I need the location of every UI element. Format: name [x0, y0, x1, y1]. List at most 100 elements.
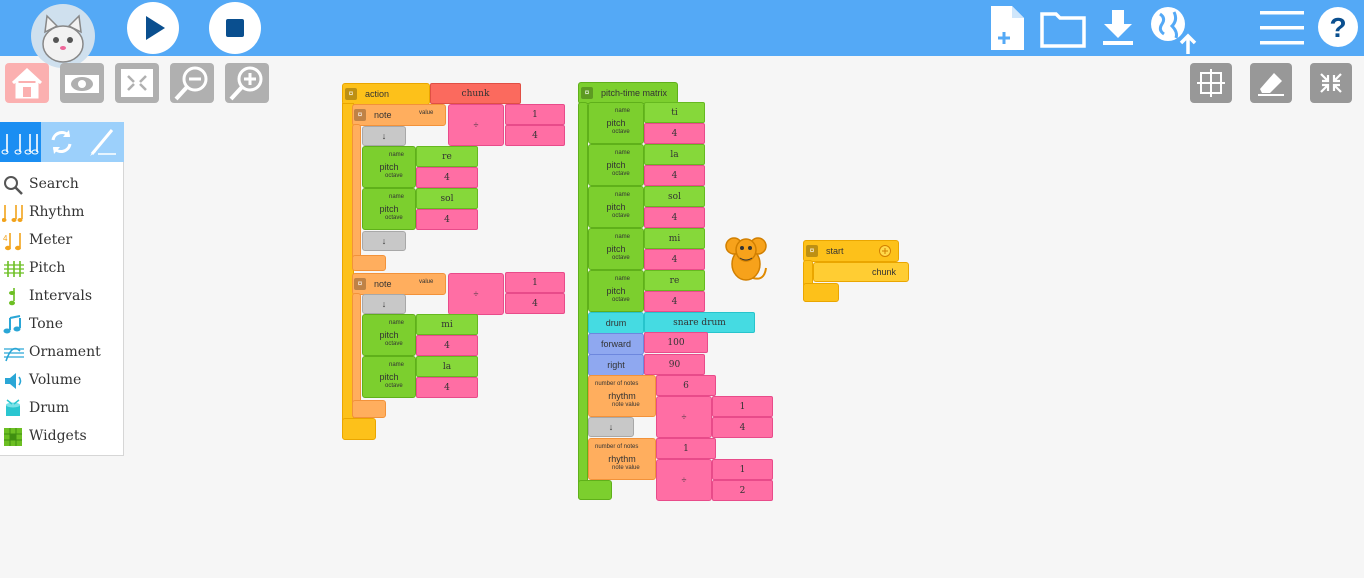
octave-field[interactable]: 4	[644, 165, 705, 186]
denominator-field[interactable]: 2	[712, 480, 773, 501]
planet-icon[interactable]	[1148, 4, 1200, 56]
drum-name-field[interactable]: snare drum	[644, 312, 755, 333]
palette-item-drum[interactable]: Drum	[0, 396, 122, 422]
zoom-in-button[interactable]	[225, 63, 269, 103]
ornament-icon	[4, 347, 24, 362]
number-of-notes-field[interactable]: 1	[656, 438, 716, 459]
svg-text:?: ?	[1329, 12, 1346, 43]
forward-value-field[interactable]: 100	[644, 332, 708, 353]
collapse-toggle[interactable]: ¤	[354, 278, 366, 290]
pitch-name-field[interactable]: la	[416, 356, 478, 377]
drum-label: drum	[605, 318, 627, 328]
play-button[interactable]	[127, 2, 179, 54]
palette-label-rhythm: Rhythm	[29, 204, 85, 220]
open-folder-icon[interactable]	[1040, 10, 1086, 48]
menu-icon[interactable]	[1258, 8, 1306, 48]
pitch-name-field[interactable]: re	[644, 270, 705, 291]
collapse-toggle[interactable]: ¤	[345, 88, 357, 100]
collapse-toggle[interactable]: ¤	[806, 245, 818, 257]
numerator-field[interactable]: 1	[712, 396, 773, 417]
octave-field[interactable]: 4	[644, 123, 705, 144]
denominator-field[interactable]: 4	[712, 417, 773, 438]
pitch-name-field[interactable]: mi	[644, 228, 705, 249]
palette-item-widgets[interactable]: Widgets	[0, 424, 122, 450]
matrix-foot	[578, 480, 612, 500]
widgets-icon	[4, 428, 22, 446]
collapse-toggle[interactable]: ¤	[581, 87, 593, 99]
meter-icon: 4	[3, 233, 21, 251]
octave-field[interactable]: 4	[416, 167, 478, 188]
octave-label: octave	[612, 255, 630, 261]
collapse-blocks-button[interactable]	[115, 63, 159, 103]
divide-block[interactable]: ÷	[448, 104, 504, 146]
mouse-turtle-icon[interactable]	[720, 228, 772, 286]
down-block[interactable]: ↓	[362, 294, 406, 314]
palette-item-volume[interactable]: Volume	[0, 368, 122, 394]
palette-item-meter[interactable]: 4 Meter	[0, 228, 122, 254]
palette-item-rhythm[interactable]: Rhythm	[0, 200, 122, 226]
grid-button[interactable]	[1190, 63, 1232, 103]
intervals-icon	[9, 288, 15, 306]
palette-item-ornament[interactable]: Ornament	[0, 340, 122, 366]
drum-icon	[6, 399, 20, 416]
flow-tab[interactable]	[41, 122, 82, 162]
octave-field[interactable]: 4	[644, 291, 705, 312]
start-block-foot	[803, 283, 839, 302]
right-value-field[interactable]: 90	[644, 354, 705, 375]
number-of-notes-field[interactable]: 6	[656, 375, 716, 396]
pitch-name-field[interactable]: la	[644, 144, 705, 165]
art-tab[interactable]	[82, 122, 123, 162]
stop-button[interactable]	[209, 2, 261, 54]
octave-field[interactable]: 4	[644, 249, 705, 270]
help-icon[interactable]: ?	[1316, 5, 1360, 49]
palette-item-search[interactable]: Search	[0, 172, 122, 198]
note-label: note	[374, 110, 392, 120]
octave-field[interactable]: 4	[416, 209, 478, 230]
note-value-label: note value	[612, 402, 640, 408]
pitch-name-field[interactable]: sol	[416, 188, 478, 209]
clear-button[interactable]	[1250, 63, 1292, 103]
do-action-block[interactable]: chunk	[813, 262, 909, 282]
zoom-out-icon	[174, 66, 208, 101]
octave-field[interactable]: 4	[416, 335, 478, 356]
pitch-name-field[interactable]: mi	[416, 314, 478, 335]
action-name-field[interactable]: chunk	[430, 83, 521, 104]
divide-block[interactable]: ÷	[656, 396, 712, 438]
pitch-name-field[interactable]: re	[416, 146, 478, 167]
mouse-logo[interactable]	[31, 4, 95, 68]
palette-item-pitch[interactable]: Pitch	[0, 256, 122, 282]
run-start-icon[interactable]	[878, 244, 892, 258]
down-block[interactable]: ↓	[588, 417, 634, 437]
forward-label: forward	[600, 339, 631, 349]
numerator-field[interactable]: 1	[505, 104, 565, 125]
pitch-label: pitch	[606, 244, 626, 254]
palette-item-tone[interactable]: Tone	[0, 312, 122, 338]
pitch-label: pitch	[606, 118, 626, 128]
collapse-toggle[interactable]: ¤	[354, 109, 366, 121]
numerator-field[interactable]: 1	[505, 272, 565, 293]
hide-blocks-button[interactable]	[60, 63, 104, 103]
drum-block[interactable]: drum	[588, 312, 644, 334]
matrix-header[interactable]: pitch-time matrix	[578, 82, 678, 104]
divide-block[interactable]: ÷	[656, 459, 712, 501]
new-file-icon[interactable]	[988, 4, 1028, 52]
zoom-out-button[interactable]	[170, 63, 214, 103]
denominator-field[interactable]: 4	[505, 293, 565, 314]
octave-field[interactable]: 4	[416, 377, 478, 398]
action-block-foot	[342, 418, 376, 440]
save-download-icon[interactable]	[1100, 8, 1136, 48]
pitch-name-field[interactable]: ti	[644, 102, 705, 123]
right-block[interactable]: right	[588, 354, 644, 376]
forward-block[interactable]: forward	[588, 333, 644, 355]
numerator-field[interactable]: 1	[712, 459, 773, 480]
down-block[interactable]: ↓	[362, 231, 406, 251]
pitch-name-field[interactable]: sol	[644, 186, 705, 207]
divide-block[interactable]: ÷	[448, 273, 504, 315]
octave-field[interactable]: 4	[644, 207, 705, 228]
home-button[interactable]	[5, 63, 49, 103]
collapse-button[interactable]	[1310, 63, 1352, 103]
down-block[interactable]: ↓	[362, 126, 406, 146]
denominator-field[interactable]: 4	[505, 125, 565, 146]
music-tab[interactable]	[0, 122, 41, 162]
palette-item-intervals[interactable]: Intervals	[0, 284, 122, 310]
